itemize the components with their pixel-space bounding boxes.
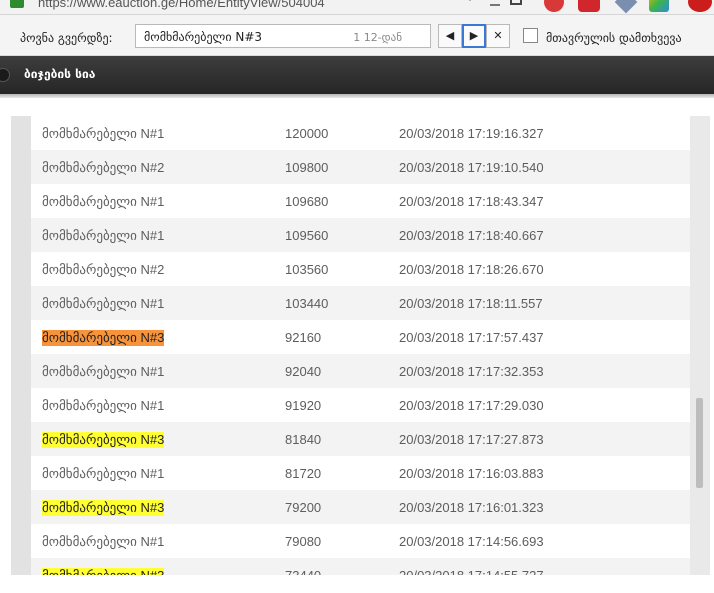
bid-row: მომხმარებელი N#3 73440 20/03/2018 17:14:55… (31, 558, 690, 575)
bidder-name: მომხმარებელი N#2 (42, 262, 165, 277)
bid-timestamp: 20/03/2018 17:16:03.883 (399, 466, 544, 481)
bid-row: მომხმარებელი N#3 92160 20/03/2018 17:17:57… (31, 320, 690, 354)
find-previous-button[interactable]: ◀ (438, 24, 462, 48)
bid-timestamp: 20/03/2018 17:16:01.323 (399, 500, 544, 515)
bidder-name: მომხმარებელი N#2 (42, 160, 165, 175)
bid-timestamp: 20/03/2018 17:17:32.353 (399, 364, 544, 379)
bidder-name: მომხმარებელი N#1 (42, 364, 165, 379)
bidder-name: მომხმარებელი N#3 (42, 330, 165, 346)
bid-timestamp: 20/03/2018 17:18:11.557 (399, 296, 543, 311)
puzzle-extension-icon[interactable] (614, 0, 638, 14)
match-case-label[interactable]: მთავრულის დამთხვევა (546, 31, 682, 45)
bidder-name: მომხმარებელი N#3 (42, 568, 165, 575)
bidder-name: მომხმარებელი N#3 (42, 500, 165, 516)
bid-timestamp: 20/03/2018 17:17:57.437 (399, 330, 544, 345)
bid-amount: 92160 (285, 330, 322, 345)
dropdown-arrow-icon[interactable] (466, 0, 474, 1)
bid-row: მომხმარებელი N#1 109560 20/03/2018 17:18:4… (31, 218, 690, 252)
page-title: ბიჯების სია (24, 67, 96, 81)
bid-timestamp: 20/03/2018 17:14:55.727 (399, 568, 544, 575)
bid-list-panel: მომხმარებელი N#1 120000 20/03/2018 17:19:1… (11, 116, 710, 575)
red-circle-extension-icon[interactable] (544, 0, 564, 12)
browser-address-bar: https://www.eauction.ge/Home/EntityView/… (0, 0, 714, 15)
bid-amount: 79200 (285, 500, 322, 515)
bid-timestamp: 20/03/2018 17:18:26.670 (399, 262, 544, 277)
bid-timestamp: 20/03/2018 17:14:56.693 (399, 534, 544, 549)
bid-timestamp: 20/03/2018 17:19:10.540 (399, 160, 544, 175)
bid-timestamp: 20/03/2018 17:17:29.030 (399, 398, 544, 413)
bid-row: მომხმარებელი N#1 103440 20/03/2018 17:18:1… (31, 286, 690, 320)
url-field[interactable]: https://www.eauction.ge/Home/EntityView/… (38, 0, 325, 10)
match-count: 1 12-დან (353, 31, 402, 44)
bidder-name: მომხმარებელი N#3 (42, 432, 165, 448)
bid-row: მომხმარებელი N#1 79080 20/03/2018 17:14:56… (31, 524, 690, 558)
bidder-name: მომხმარებელი N#1 (42, 126, 165, 141)
secure-lock-icon (10, 0, 24, 8)
bid-row: მომხმარებელი N#3 81840 20/03/2018 17:17:27… (31, 422, 690, 456)
bid-amount: 81840 (285, 432, 322, 447)
page-header: ბიჯების სია (0, 56, 714, 94)
bid-amount: 103440 (285, 296, 329, 311)
scrollbar-thumb[interactable] (696, 398, 703, 488)
bid-row: მომხმარებელი N#1 109680 20/03/2018 17:18:4… (31, 184, 690, 218)
next-arrow-icon: ▶ (469, 29, 479, 42)
bid-timestamp: 20/03/2018 17:18:43.347 (399, 194, 544, 209)
bid-amount: 81720 (285, 466, 322, 481)
bid-amount: 120000 (285, 126, 329, 141)
find-label: პოვნა გვერდზე: (20, 31, 113, 45)
find-input[interactable]: მომხმარებელი N#3 1 12-დან (135, 24, 431, 48)
bid-row: მომხმარებელი N#2 109800 20/03/2018 17:19:1… (31, 150, 690, 184)
bidder-name: მომხმარებელი N#1 (42, 466, 165, 481)
bookmark-icon[interactable] (510, 0, 522, 5)
bid-timestamp: 20/03/2018 17:18:40.667 (399, 228, 544, 243)
header-divider (0, 94, 714, 98)
bid-row: მომხმარებელი N#2 103560 20/03/2018 17:18:2… (31, 252, 690, 286)
bid-amount: 109560 (285, 228, 329, 243)
bid-list: მომხმარებელი N#1 120000 20/03/2018 17:19:1… (31, 116, 690, 575)
match-case-checkbox[interactable] (523, 28, 538, 43)
bid-amount: 91920 (285, 398, 322, 413)
find-next-button[interactable]: ▶ (462, 24, 486, 48)
scrollbar[interactable] (690, 116, 710, 575)
bid-timestamp: 20/03/2018 17:19:16.327 (399, 126, 544, 141)
panel-left-border (11, 116, 31, 575)
bid-row: მომხმარებელი N#1 81720 20/03/2018 17:16:03… (31, 456, 690, 490)
menu-lines-icon[interactable] (490, 0, 500, 6)
bid-amount: 92040 (285, 364, 322, 379)
bid-row: მომხმარებელი N#3 79200 20/03/2018 17:16:01… (31, 490, 690, 524)
youtube-icon[interactable] (688, 0, 712, 12)
bidder-name: მომხმარებელი N#1 (42, 228, 165, 243)
find-close-button[interactable]: ✕ (486, 24, 510, 48)
close-icon: ✕ (493, 29, 503, 42)
bidder-name: მომხმარებელი N#1 (42, 534, 165, 549)
bidder-name: მომხმარებელი N#1 (42, 398, 165, 413)
bid-row: მომხმარებელი N#1 120000 20/03/2018 17:19:1… (31, 116, 690, 150)
find-query[interactable]: მომხმარებელი N#3 (144, 30, 262, 44)
adblock-plus-icon[interactable] (578, 0, 600, 12)
list-bullet-icon (0, 68, 10, 82)
bid-amount: 79080 (285, 534, 322, 549)
find-bar: პოვნა გვერდზე: მომხმარებელი N#3 1 12-დან… (0, 15, 714, 56)
bid-timestamp: 20/03/2018 17:17:27.873 (399, 432, 544, 447)
bid-amount: 73440 (285, 568, 321, 575)
bid-amount: 103560 (285, 262, 329, 277)
bid-amount: 109800 (285, 160, 329, 175)
previous-arrow-icon: ◀ (445, 29, 455, 42)
bidder-name: მომხმარებელი N#1 (42, 296, 165, 311)
bid-row: მომხმარებელი N#1 91920 20/03/2018 17:17:29… (31, 388, 690, 422)
bid-row: მომხმარებელი N#1 92040 20/03/2018 17:17:32… (31, 354, 690, 388)
bid-amount: 109680 (285, 194, 329, 209)
colorful-extension-icon[interactable] (649, 0, 669, 12)
bidder-name: მომხმარებელი N#1 (42, 194, 165, 209)
